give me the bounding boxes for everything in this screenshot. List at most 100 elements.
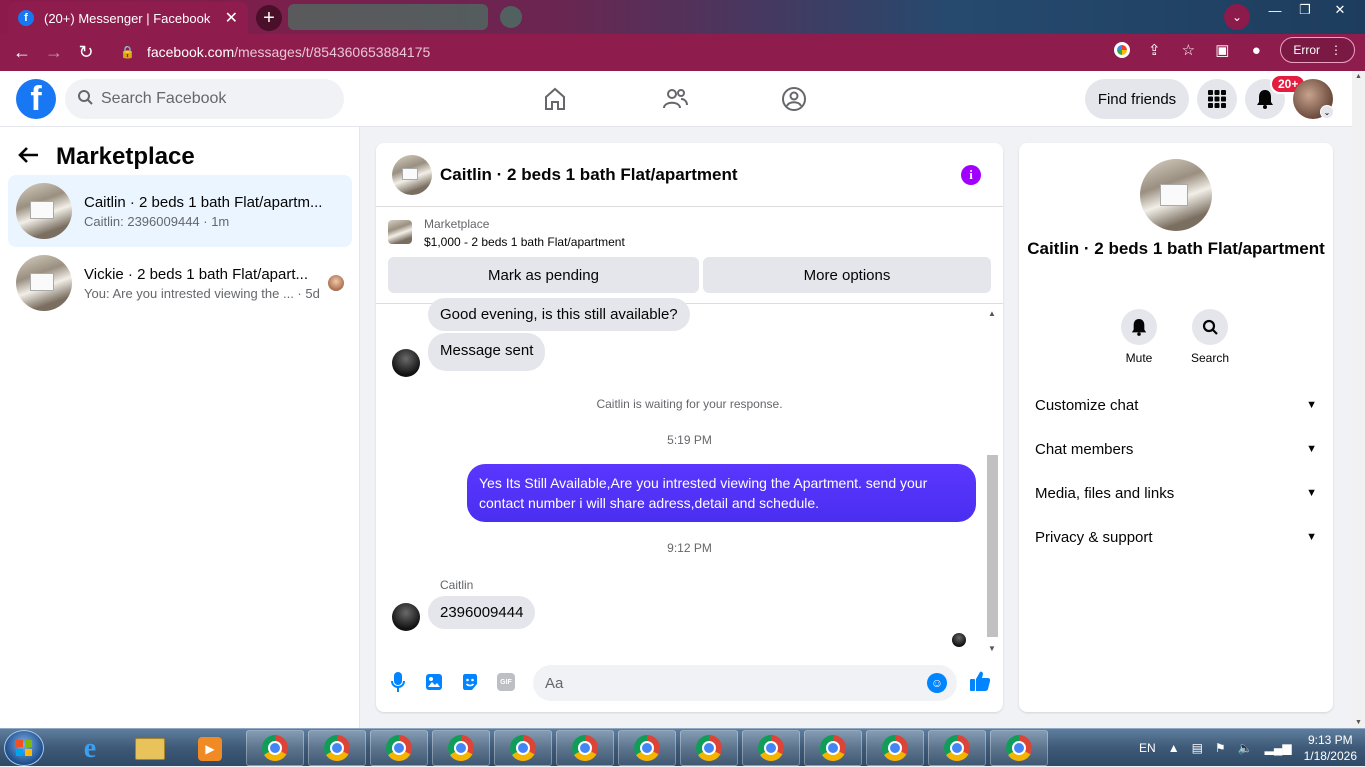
find-friends-button[interactable]: Find friends xyxy=(1085,79,1189,119)
back-arrow-icon[interactable]: ← xyxy=(6,37,38,69)
emoji-icon[interactable]: ☺ xyxy=(927,673,947,693)
action-center-flag-icon[interactable]: ⚑ xyxy=(1215,741,1226,755)
clock-time: 9:13 PM xyxy=(1307,733,1353,747)
search-in-chat-button[interactable]: Search xyxy=(1180,309,1240,365)
file-explorer-icon[interactable] xyxy=(128,732,172,766)
forward-arrow-icon[interactable]: → xyxy=(38,37,70,69)
error-button[interactable]: Error ⋮ xyxy=(1280,37,1355,63)
signal-strength-icon[interactable]: ▂▄▆ xyxy=(1265,741,1292,755)
chrome-window-4[interactable] xyxy=(432,730,490,766)
customize-chat-row[interactable]: Customize chat ▼ xyxy=(1035,385,1317,425)
search-input[interactable]: Search Facebook xyxy=(65,79,344,119)
mute-button[interactable]: Mute xyxy=(1109,309,1169,365)
tray-expand-icon[interactable]: ▲ xyxy=(1168,741,1180,755)
chrome-window-7[interactable] xyxy=(618,730,676,766)
sender-name: Caitlin xyxy=(440,578,474,592)
contact-avatar[interactable] xyxy=(392,349,420,377)
like-thumb-icon[interactable] xyxy=(969,670,991,697)
chrome-window-11[interactable] xyxy=(866,730,924,766)
chrome-window-5[interactable] xyxy=(494,730,552,766)
facebook-favicon-icon: f xyxy=(18,10,34,26)
chrome-icon xyxy=(634,735,660,761)
minimize-icon[interactable]: — xyxy=(1260,0,1290,20)
browser-tab-inactive[interactable] xyxy=(288,4,488,30)
home-icon[interactable] xyxy=(540,84,570,114)
start-button-icon[interactable] xyxy=(4,730,44,766)
address-bar-row: ← → ↻ 🔒 facebook.com/messages/t/85436065… xyxy=(0,34,1365,71)
chrome-window-3[interactable] xyxy=(370,730,428,766)
more-options-button[interactable]: More options xyxy=(703,257,991,293)
listing-thumbnail[interactable] xyxy=(1140,159,1212,231)
gif-icon[interactable]: GIF xyxy=(496,672,516,692)
microphone-icon[interactable] xyxy=(388,672,408,692)
chat-members-row[interactable]: Chat members ▼ xyxy=(1035,429,1317,469)
chat-title[interactable]: Caitlin · 2 beds 1 bath Flat/apartment xyxy=(440,165,738,185)
lock-icon: 🔒 xyxy=(120,45,135,59)
tab-search-chevron-icon[interactable]: ⌄ xyxy=(1224,4,1250,30)
friends-icon[interactable] xyxy=(660,84,690,114)
windows-taskbar: e ▶ EN ▲ ▤ ⚑ 🔈 ▂▄▆ 9:13 PM 1/18/2026 xyxy=(0,728,1365,766)
menu-grid-icon[interactable] xyxy=(1197,79,1237,119)
facebook-logo-icon[interactable]: f xyxy=(16,79,56,119)
listing-thumbnail[interactable] xyxy=(388,220,412,244)
window-close-icon[interactable]: ✕ xyxy=(1325,0,1355,20)
bell-icon xyxy=(1121,309,1157,345)
row-label: Media, files and links xyxy=(1035,484,1175,502)
contact-avatar[interactable] xyxy=(392,603,420,631)
volume-icon[interactable]: 🔈 xyxy=(1238,741,1253,755)
chrome-window-2[interactable] xyxy=(308,730,366,766)
scroll-down-icon[interactable]: ▼ xyxy=(988,644,996,653)
conversation-snippet: Caitlin: 2396009444 · 1m xyxy=(84,213,230,229)
browser-tab-active[interactable]: f (20+) Messenger | Facebook ✕ xyxy=(8,2,248,34)
scroll-up-icon[interactable]: ▲ xyxy=(988,309,996,318)
mark-as-pending-button[interactable]: Mark as pending xyxy=(388,257,699,293)
conversation-name: Vickie · 2 beds 1 bath Flat/apart... xyxy=(84,265,309,283)
conversation-item[interactable]: Vickie · 2 beds 1 bath Flat/apart... You… xyxy=(8,247,352,319)
page-scrollbar[interactable]: ▲ ▼ xyxy=(1352,71,1365,728)
chrome-window-8[interactable] xyxy=(680,730,738,766)
photo-icon[interactable] xyxy=(424,672,444,692)
groups-icon[interactable] xyxy=(779,84,809,114)
internet-explorer-icon[interactable]: e xyxy=(68,732,112,766)
chat-scrollbar[interactable]: ▲ ▼ xyxy=(985,307,1000,653)
message-input[interactable]: Aa ☺ xyxy=(533,665,957,701)
profile-icon[interactable]: ● xyxy=(1246,40,1266,60)
info-icon[interactable]: i xyxy=(961,165,981,185)
share-icon[interactable]: ⇪ xyxy=(1144,40,1164,60)
chrome-window-13[interactable] xyxy=(990,730,1048,766)
chrome-window-9[interactable] xyxy=(742,730,800,766)
sticker-icon[interactable] xyxy=(460,672,480,692)
url-field[interactable]: 🔒 facebook.com/messages/t/85436065388417… xyxy=(106,38,1156,66)
listing-title[interactable]: $1,000 - 2 beds 1 bath Flat/apartment xyxy=(424,235,625,249)
language-indicator[interactable]: EN xyxy=(1139,741,1156,755)
network-device-icon[interactable]: ▤ xyxy=(1192,741,1203,755)
scrollbar-thumb[interactable] xyxy=(987,455,998,637)
chrome-icon xyxy=(448,735,474,761)
tab-close-icon[interactable]: ✕ xyxy=(225,8,238,28)
restore-icon[interactable]: ❐ xyxy=(1290,0,1320,20)
chrome-window-6[interactable] xyxy=(556,730,614,766)
side-panel-icon[interactable]: ▣ xyxy=(1212,40,1232,60)
clock[interactable]: 9:13 PM 1/18/2026 xyxy=(1304,732,1357,764)
scroll-down-icon[interactable]: ▼ xyxy=(1355,719,1362,726)
privacy-support-row[interactable]: Privacy & support ▼ xyxy=(1035,517,1317,557)
chrome-window-10[interactable] xyxy=(804,730,862,766)
reload-icon[interactable]: ↻ xyxy=(70,37,102,69)
message-composer: GIF Aa ☺ xyxy=(376,658,1003,712)
scroll-up-icon[interactable]: ▲ xyxy=(1355,73,1362,80)
chevron-down-icon: ▼ xyxy=(1306,531,1317,543)
url-path: /messages/t/854360653884175 xyxy=(234,44,431,60)
chat-details-panel: Caitlin · 2 beds 1 bath Flat/apartment M… xyxy=(1019,143,1333,712)
new-tab-button[interactable]: + xyxy=(256,5,282,31)
conversation-item[interactable]: Caitlin · 2 beds 1 bath Flat/apartm... C… xyxy=(8,175,352,247)
account-chevron-icon[interactable]: ⌄ xyxy=(1320,105,1334,119)
bookmark-star-icon[interactable]: ☆ xyxy=(1178,40,1198,60)
chrome-window-12[interactable] xyxy=(928,730,986,766)
timestamp: 9:12 PM xyxy=(667,541,712,555)
google-icon[interactable] xyxy=(1114,42,1131,58)
media-files-links-row[interactable]: Media, files and links ▼ xyxy=(1035,473,1317,513)
chat-thumbnail[interactable] xyxy=(392,154,432,195)
media-player-icon[interactable]: ▶ xyxy=(188,732,232,766)
back-arrow-icon[interactable] xyxy=(18,143,40,171)
chrome-window-1[interactable] xyxy=(246,730,304,766)
